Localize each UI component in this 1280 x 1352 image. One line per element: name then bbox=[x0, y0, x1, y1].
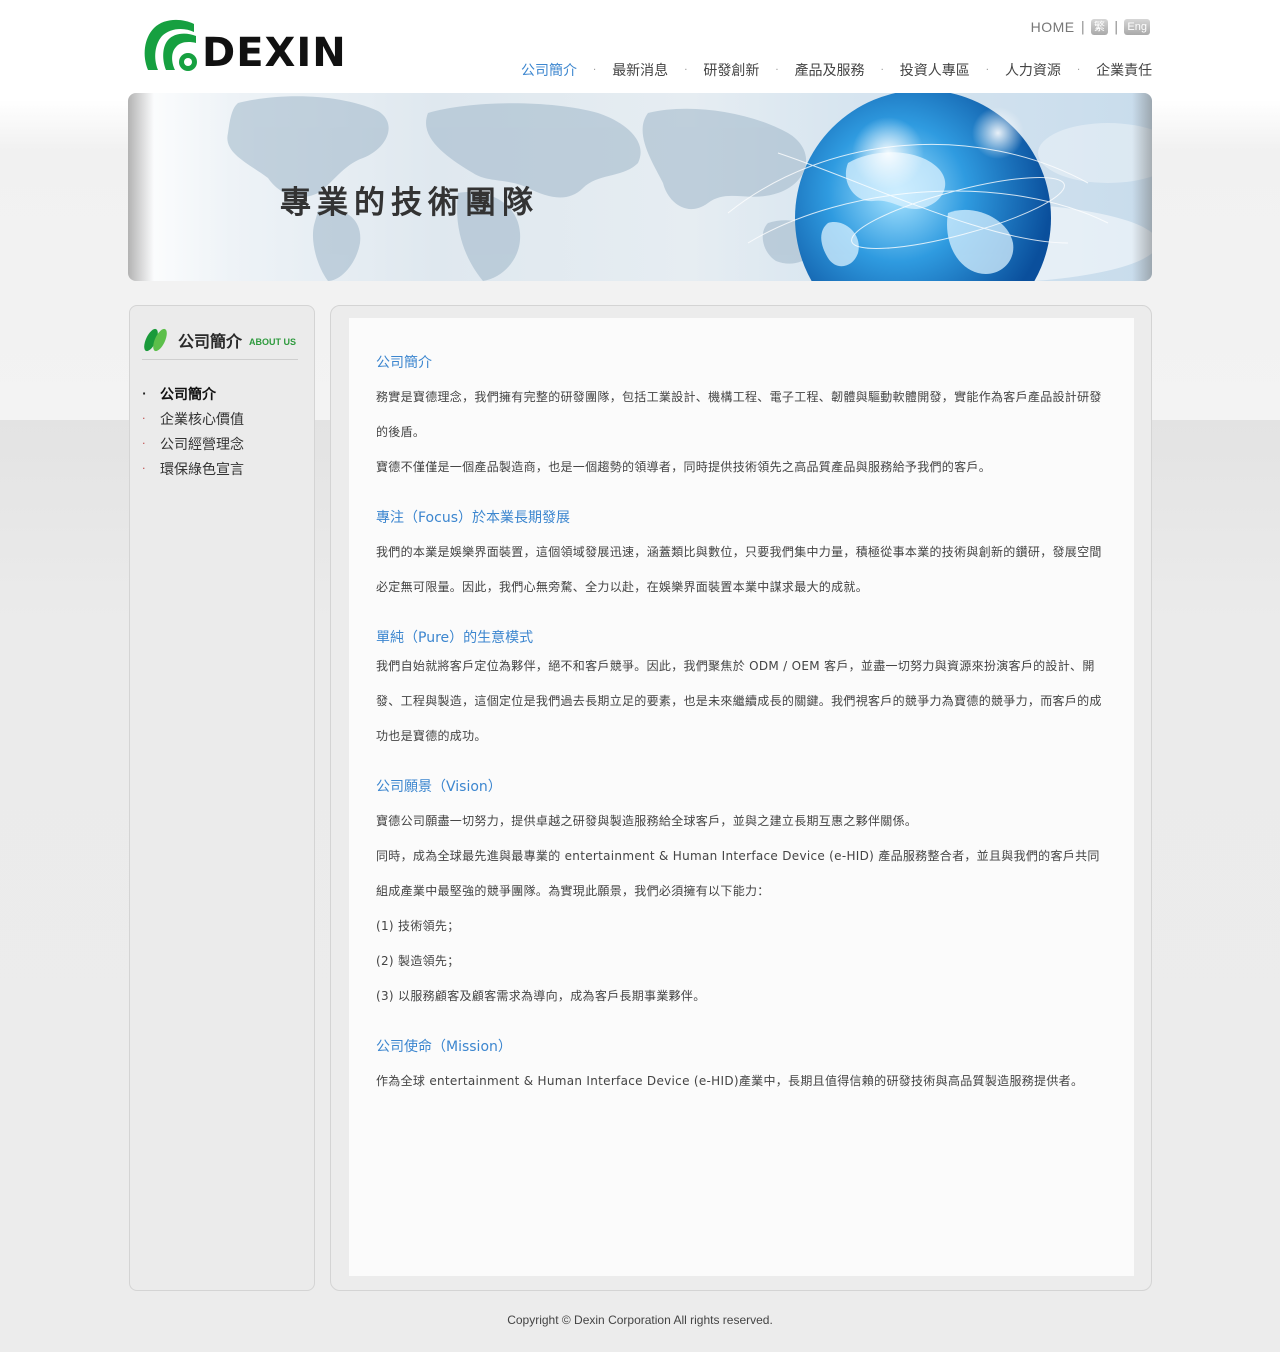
nav-item-csr[interactable]: 企業責任 bbox=[1080, 60, 1168, 80]
paragraph: 我們自始就將客戶定位為夥伴，絕不和客戶競爭。因此，我們聚焦於 ODM / OEM… bbox=[376, 659, 1102, 743]
sidebar-item-label: 公司簡介 bbox=[160, 386, 216, 403]
nav-item-rnd[interactable]: 研發創新 bbox=[687, 60, 775, 80]
section-title: 專注（Focus）於本業長期發展 bbox=[376, 510, 570, 526]
section-vision: 公司願景（Vision） 寶德公司願盡一切努力，提供卓越之研發與製造服務給全球客… bbox=[376, 776, 1102, 1014]
separator: | bbox=[1114, 19, 1119, 35]
banner-shade-right bbox=[1132, 93, 1152, 281]
sidebar-item-label: 公司經營理念 bbox=[160, 436, 244, 453]
list-item: (2) 製造領先； bbox=[376, 954, 460, 968]
bullet-icon: · bbox=[142, 412, 146, 425]
banner-title: 專業的技術團隊 bbox=[280, 185, 539, 221]
lang-zh-button[interactable]: 繁 bbox=[1091, 19, 1109, 35]
banner-shade-left bbox=[128, 93, 154, 281]
sidebar-item-core-values[interactable]: · 企業核心價值 bbox=[142, 406, 244, 431]
dexin-logo[interactable]: DEXIN bbox=[142, 18, 347, 74]
paragraph: 同時，成為全球最先進與最專業的 entertainment & Human In… bbox=[376, 849, 1100, 898]
paragraph: 作為全球 entertainment & Human Interface Dev… bbox=[376, 1074, 1084, 1088]
paragraph: 寶德公司願盡一切努力，提供卓越之研發與製造服務給全球客戶，並與之建立長期互惠之夥… bbox=[376, 814, 918, 828]
logo-text: DEXIN bbox=[202, 30, 347, 76]
list-item: (3) 以服務顧客及顧客需求為導向，成為客戶長期事業夥伴。 bbox=[376, 989, 706, 1003]
nav-item-about[interactable]: 公司簡介 bbox=[505, 60, 593, 80]
sidebar: 公司簡介 ABOUT US · 公司簡介 · 企業核心價值 · 公司經營理念 ·… bbox=[129, 305, 315, 1291]
paragraph: 務實是寶德理念，我們擁有完整的研發團隊，包括工業設計、機構工程、電子工程、韌體與… bbox=[376, 390, 1102, 439]
sidebar-item-green-declaration[interactable]: · 環保綠色宣言 bbox=[142, 456, 244, 481]
sidebar-item-label: 環保綠色宣言 bbox=[160, 461, 244, 478]
sidebar-item-about[interactable]: · 公司簡介 bbox=[142, 381, 244, 406]
hero-banner: 專業的技術團隊 bbox=[128, 93, 1152, 281]
nav-item-news[interactable]: 最新消息 bbox=[596, 60, 684, 80]
sidebar-item-label: 企業核心價值 bbox=[160, 411, 244, 428]
sidebar-subtitle: ABOUT US bbox=[249, 336, 297, 347]
separator: | bbox=[1080, 19, 1086, 35]
utility-links: HOME | 繁 | Eng bbox=[1031, 19, 1150, 35]
section-mission: 公司使命（Mission） 作為全球 entertainment & Human… bbox=[376, 1036, 1102, 1099]
section-title: 單純（Pure）的生意模式 bbox=[376, 630, 534, 646]
sidebar-header: 公司簡介 ABOUT US bbox=[142, 320, 298, 360]
lang-en-button[interactable]: Eng bbox=[1124, 19, 1150, 35]
main-content: 公司簡介 務實是寶德理念，我們擁有完整的研發團隊，包括工業設計、機構工程、電子工… bbox=[349, 318, 1134, 1276]
article: 公司簡介 務實是寶德理念，我們擁有完整的研發團隊，包括工業設計、機構工程、電子工… bbox=[376, 352, 1102, 1099]
section-title: 公司使命（Mission） bbox=[376, 1039, 512, 1055]
sidebar-item-philosophy[interactable]: · 公司經營理念 bbox=[142, 431, 244, 456]
section-title: 公司願景（Vision） bbox=[376, 779, 502, 795]
sidebar-menu: · 公司簡介 · 企業核心價值 · 公司經營理念 · 環保綠色宣言 bbox=[142, 381, 244, 481]
section-about: 公司簡介 務實是寶德理念，我們擁有完整的研發團隊，包括工業設計、機構工程、電子工… bbox=[376, 352, 1102, 485]
home-link[interactable]: HOME bbox=[1031, 19, 1075, 35]
footer-copyright: Copyright © Dexin Corporation All rights… bbox=[507, 1313, 773, 1327]
section-pure: 單純（Pure）的生意模式 我們自始就將客戶定位為夥伴，絕不和客戶競爭。因此，我… bbox=[376, 627, 1102, 754]
bullet-icon: · bbox=[142, 437, 146, 450]
list-item: (1) 技術領先； bbox=[376, 919, 460, 933]
section-focus: 專注（Focus）於本業長期發展 我們的本業是娛樂界面裝置，這個領域發展迅速，涵… bbox=[376, 507, 1102, 605]
section-title: 公司簡介 bbox=[376, 355, 432, 371]
leaf-icon bbox=[144, 328, 167, 351]
main-nav: 公司簡介 · 最新消息 · 研發創新 · 產品及服務 · 投資人專區 · 人力資… bbox=[505, 60, 1168, 80]
bullet-icon: · bbox=[142, 462, 146, 475]
nav-item-products[interactable]: 產品及服務 bbox=[779, 60, 881, 80]
paragraph: 我們的本業是娛樂界面裝置，這個領域發展迅速，涵蓋類比與數位，只要我們集中力量，積… bbox=[376, 545, 1102, 594]
nav-item-investors[interactable]: 投資人專區 bbox=[884, 60, 986, 80]
paragraph: 寶德不僅僅是一個產品製造商，也是一個趨勢的領導者，同時提供技術領先之高品質產品與… bbox=[376, 460, 992, 474]
nav-item-hr[interactable]: 人力資源 bbox=[989, 60, 1077, 80]
sidebar-title: 公司簡介 bbox=[178, 331, 243, 351]
dexin-logo-mark-icon bbox=[144, 19, 197, 71]
bullet-icon: · bbox=[142, 387, 147, 400]
